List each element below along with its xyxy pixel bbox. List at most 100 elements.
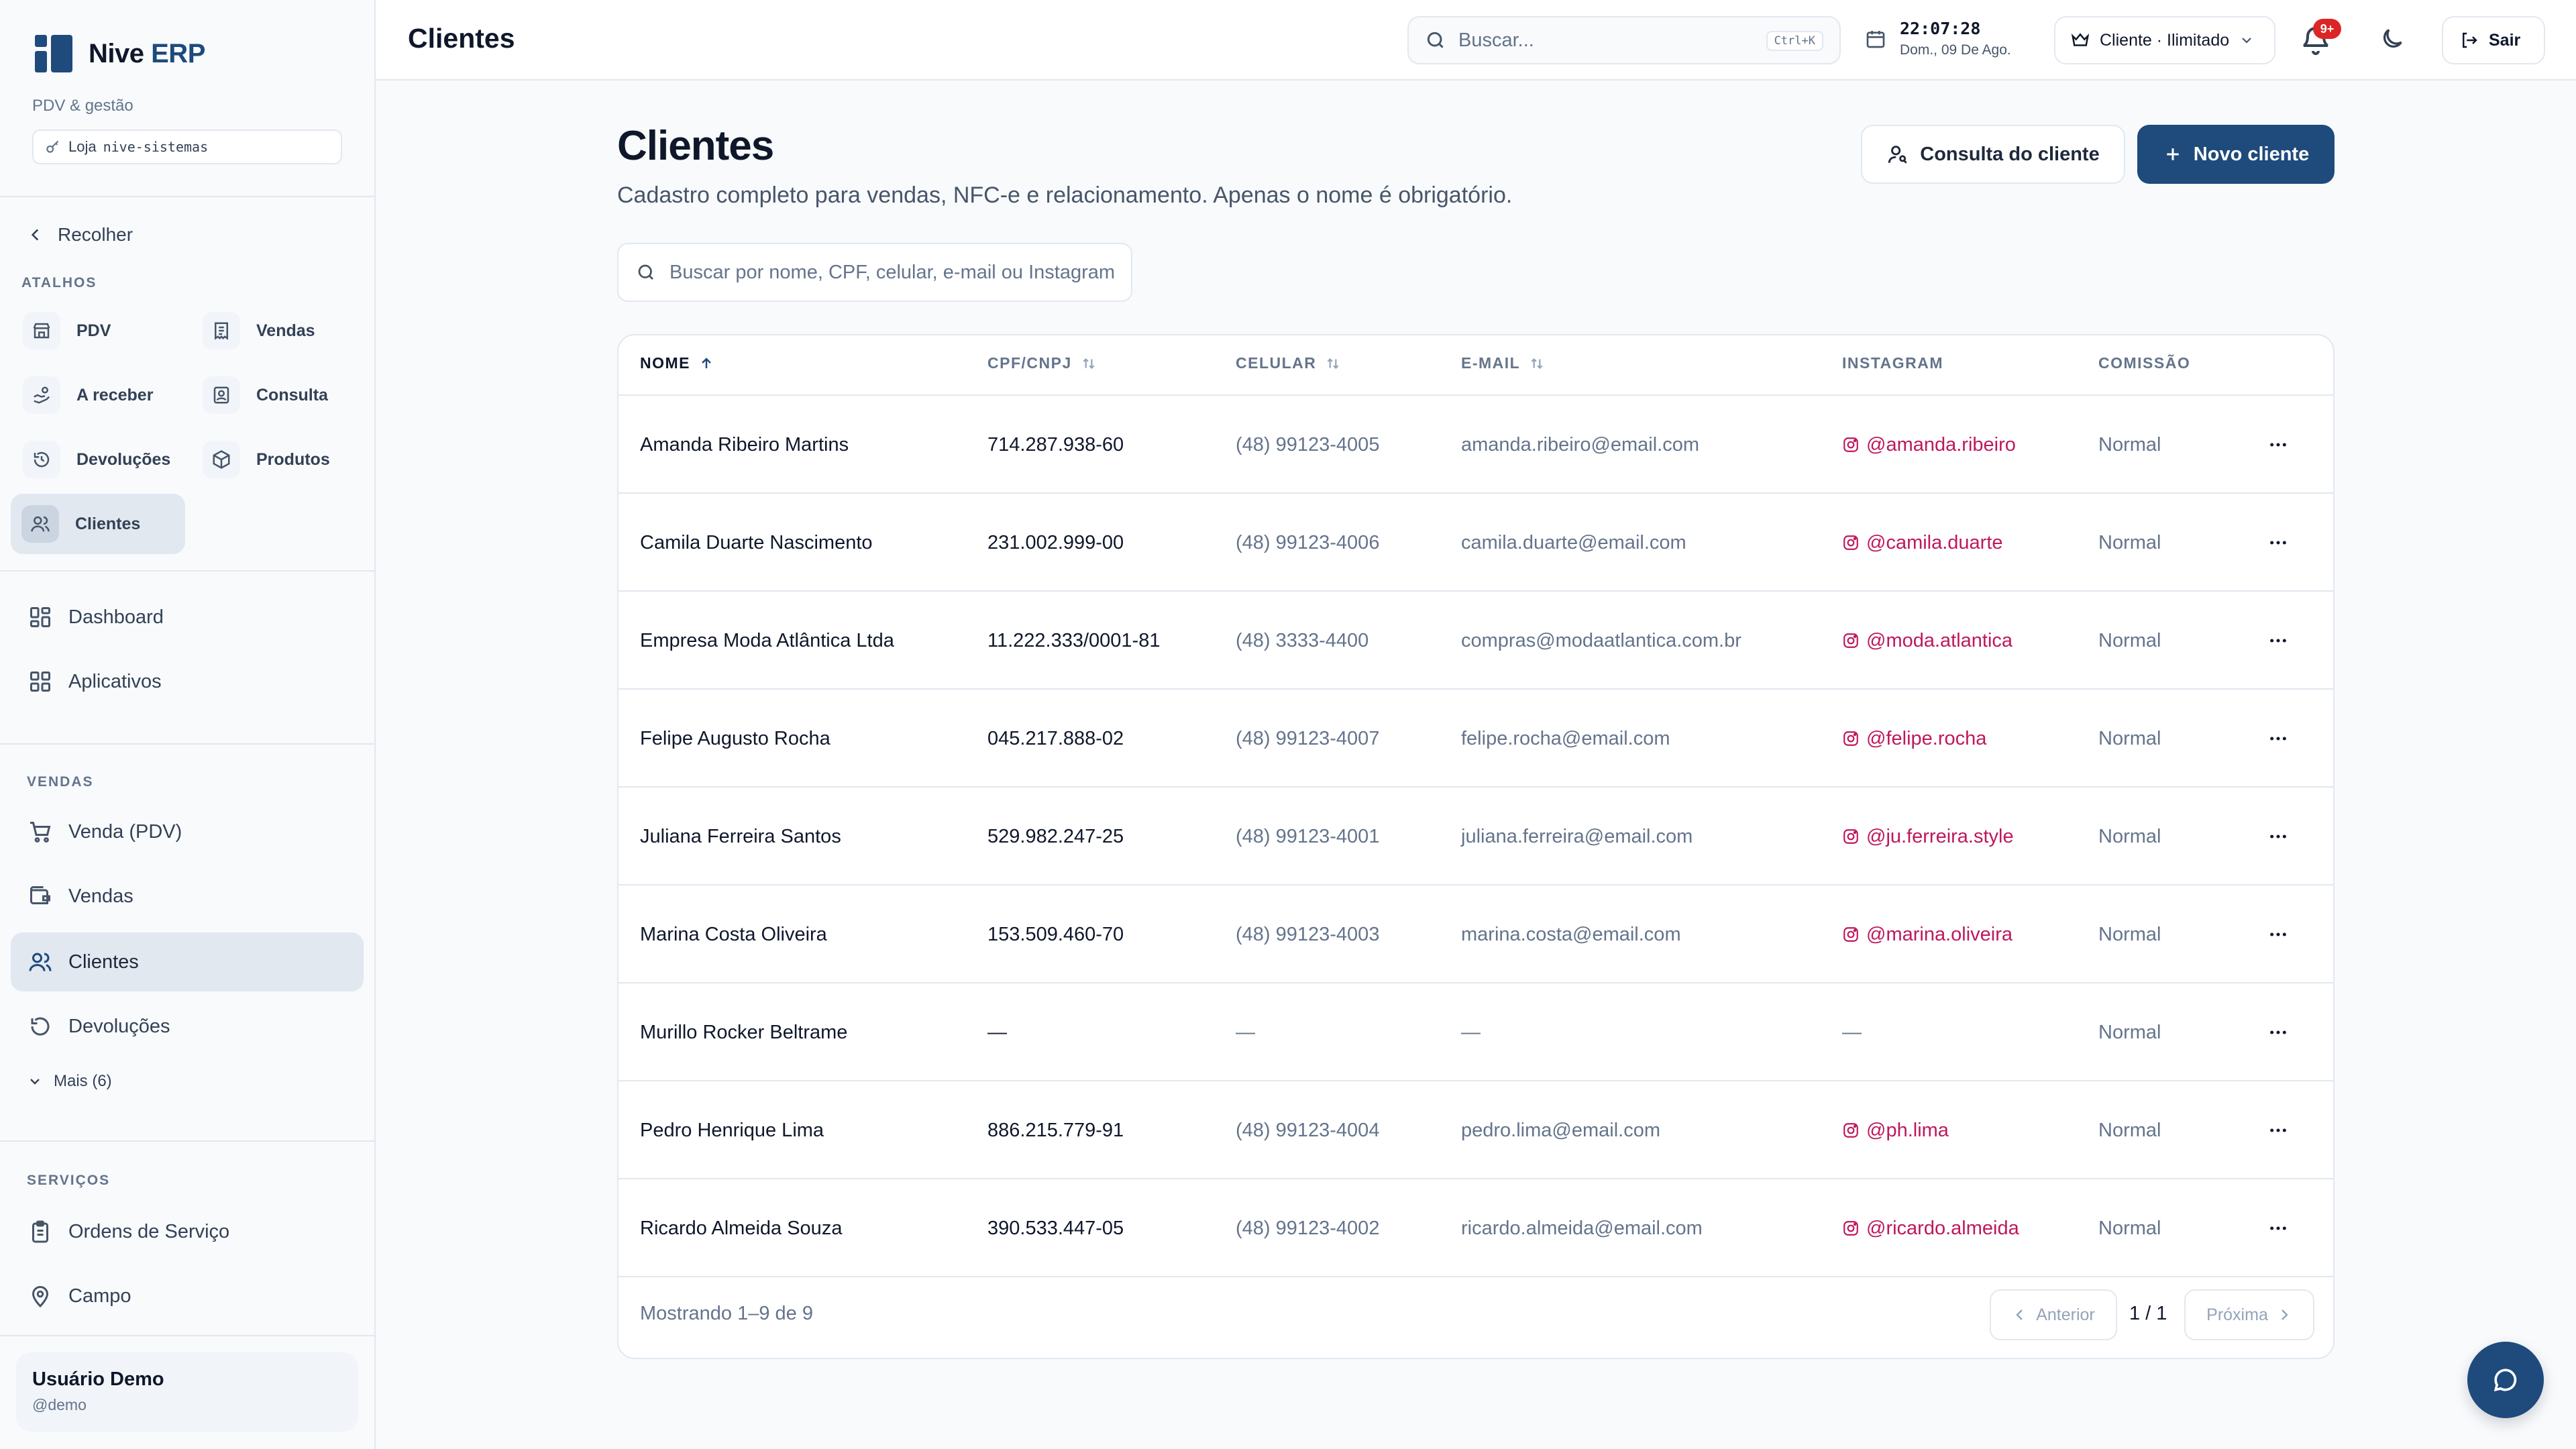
table-row[interactable]: Camila Duarte Nascimento 231.002.999-00 (4… <box>619 494 2333 592</box>
user-handle: @demo <box>32 1396 87 1413</box>
table-footer: Mostrando 1–9 de 9 Anterior 1 / 1 Próxim… <box>619 1272 2333 1358</box>
cell-instagram[interactable]: @amanda.ribeiro <box>1842 396 2016 494</box>
table-row[interactable]: Felipe Augusto Rocha 045.217.888-02 (48) 9… <box>619 690 2333 788</box>
more-items-toggle[interactable]: Mais (6) <box>27 1072 112 1091</box>
plan-selector[interactable]: Cliente · Ilimitado <box>2054 16 2275 64</box>
nav-label: Venda (PDV) <box>68 820 182 843</box>
global-search-input[interactable]: Buscar... Ctrl+K <box>1407 16 1841 64</box>
cell-email: ricardo.almeida@email.com <box>1461 1217 1703 1239</box>
shortcuts-section-label: Atalhos <box>21 275 97 290</box>
shortcut-label: Devoluções <box>76 449 171 469</box>
table-row[interactable]: Empresa Moda Atlântica Ltda 11.222.333/00… <box>619 592 2333 690</box>
cell-name: Amanda Ribeiro Martins <box>640 433 849 455</box>
user-card[interactable]: Usuário Demo @demo <box>16 1352 358 1432</box>
cell-phone: — <box>1236 1021 1255 1043</box>
row-actions-button[interactable] <box>2267 885 2289 983</box>
table-row[interactable]: Ricardo Almeida Souza 390.533.447-05 (48) … <box>619 1179 2333 1277</box>
table-row[interactable]: Murillo Rocker Beltrame — — — — Normal <box>619 983 2333 1081</box>
plan-label: Cliente · Ilimitado <box>2100 30 2230 50</box>
nav-item-aplicativos[interactable]: Aplicativos <box>11 652 364 711</box>
more-label: Mais (6) <box>54 1072 112 1090</box>
divider <box>0 570 376 572</box>
table-row[interactable]: Amanda Ribeiro Martins 714.287.938-60 (48)… <box>619 396 2333 494</box>
new-customer-button[interactable]: Novo cliente <box>2137 125 2334 184</box>
store-prefix: Loja <box>68 138 97 155</box>
cell-doc: 390.533.447-05 <box>987 1217 1124 1239</box>
table-row[interactable]: Marina Costa Oliveira 153.509.460-70 (48) … <box>619 885 2333 983</box>
previous-page-button[interactable]: Anterior <box>1990 1289 2117 1340</box>
global-search-placeholder: Buscar... <box>1458 29 1534 51</box>
topbar: Clientes Buscar... Ctrl+K 22:07:28 Dom.,… <box>376 0 2576 80</box>
package-icon <box>203 441 240 478</box>
next-page-button[interactable]: Próxima <box>2184 1289 2314 1340</box>
collapse-sidebar-button[interactable]: Recolher <box>27 224 133 246</box>
shortcut-label: A receber <box>76 385 154 405</box>
row-actions-button[interactable] <box>2267 1081 2289 1179</box>
sort-icon <box>1328 358 1339 369</box>
shortcut-consulta[interactable]: Consulta <box>192 365 366 425</box>
column-header-name[interactable]: Nome <box>640 354 714 372</box>
notifications-badge: 9+ <box>2313 19 2341 39</box>
shortcut-pdv[interactable]: PDV <box>12 301 186 361</box>
divider <box>0 1140 376 1142</box>
chevron-right-icon <box>2281 1309 2288 1320</box>
nav-item-devolucoes[interactable]: Devoluções <box>11 997 364 1056</box>
row-actions-button[interactable] <box>2267 494 2289 592</box>
shortcut-devolucoes[interactable]: Devoluções <box>12 429 186 490</box>
app-subtitle: PDV & gestão <box>32 97 133 115</box>
nav-item-vendas[interactable]: Vendas <box>11 867 364 926</box>
table-row[interactable]: Pedro Henrique Lima 886.215.779-91 (48) 99… <box>619 1081 2333 1179</box>
logout-label: Sair <box>2489 30 2521 50</box>
cell-commission: Normal <box>2098 531 2161 553</box>
cell-name: Murillo Rocker Beltrame <box>640 1021 848 1043</box>
chat-button[interactable] <box>2467 1342 2544 1418</box>
nav-item-venda-pdv[interactable]: Venda (PDV) <box>11 802 364 861</box>
row-actions-button[interactable] <box>2267 690 2289 788</box>
cell-instagram[interactable]: @marina.oliveira <box>1842 885 2012 983</box>
row-actions-button[interactable] <box>2267 396 2289 494</box>
cell-instagram[interactable]: @moda.atlantica <box>1842 592 2012 690</box>
nav-label: Dashboard <box>68 606 164 628</box>
cell-doc: 886.215.779-91 <box>987 1119 1124 1141</box>
row-actions-button[interactable] <box>2267 1179 2289 1277</box>
column-header-commission: Comissão <box>2098 354 2191 372</box>
consult-customer-button[interactable]: Consulta do cliente <box>1861 125 2125 184</box>
cell-instagram[interactable]: @ph.lima <box>1842 1081 1949 1179</box>
search-shortcut-hint: Ctrl+K <box>1766 31 1823 51</box>
dashboard-icon <box>30 607 50 627</box>
cell-instagram[interactable]: @felipe.rocha <box>1842 690 1986 788</box>
shortcut-a-receber[interactable]: A receber <box>12 365 186 425</box>
cell-instagram[interactable]: @ricardo.almeida <box>1842 1179 2019 1277</box>
shortcut-vendas[interactable]: Vendas <box>192 301 366 361</box>
store-chip[interactable]: Loja nive-sistemas <box>32 129 342 164</box>
logout-icon <box>2463 32 2477 48</box>
cell-commission: Normal <box>2098 1021 2161 1043</box>
nav-item-campo[interactable]: Campo <box>11 1267 364 1326</box>
table-row[interactable]: Juliana Ferreira Santos 529.982.247-25 (48… <box>619 788 2333 885</box>
users-icon <box>21 505 59 543</box>
instagram-handle: @moda.atlantica <box>1866 629 2013 651</box>
row-actions-button[interactable] <box>2267 983 2289 1081</box>
more-horizontal-icon <box>2270 443 2286 447</box>
row-actions-button[interactable] <box>2267 788 2289 885</box>
column-header-doc[interactable]: CPF/CNPJ <box>987 354 1097 372</box>
cell-instagram[interactable]: @camila.duarte <box>1842 494 2003 592</box>
column-header-email[interactable]: E-mail <box>1461 354 1546 372</box>
logout-button[interactable]: Sair <box>2442 16 2545 64</box>
nav-label: Ordens de Serviço <box>68 1220 230 1242</box>
cell-email: felipe.rocha@email.com <box>1461 727 1670 749</box>
shortcut-produtos[interactable]: Produtos <box>192 429 366 490</box>
customer-search-input[interactable]: Buscar por nome, CPF, celular, e-mail ou… <box>617 243 1132 302</box>
moon-icon[interactable] <box>2379 25 2406 52</box>
cell-instagram[interactable]: @ju.ferreira.style <box>1842 788 2014 885</box>
nav-item-clientes[interactable]: Clientes <box>11 932 364 991</box>
cell-email: pedro.lima@email.com <box>1461 1119 1660 1141</box>
cell-phone: (48) 3333-4400 <box>1236 629 1369 651</box>
row-actions-button[interactable] <box>2267 592 2289 690</box>
nav-item-dashboard[interactable]: Dashboard <box>11 588 364 647</box>
nav-item-ordens-servico[interactable]: Ordens de Serviço <box>11 1202 364 1261</box>
more-horizontal-icon <box>2270 541 2286 545</box>
brand[interactable]: Nive ERP <box>34 34 205 74</box>
shortcut-clientes[interactable]: Clientes <box>11 494 185 554</box>
column-header-phone[interactable]: Celular <box>1236 354 1342 372</box>
